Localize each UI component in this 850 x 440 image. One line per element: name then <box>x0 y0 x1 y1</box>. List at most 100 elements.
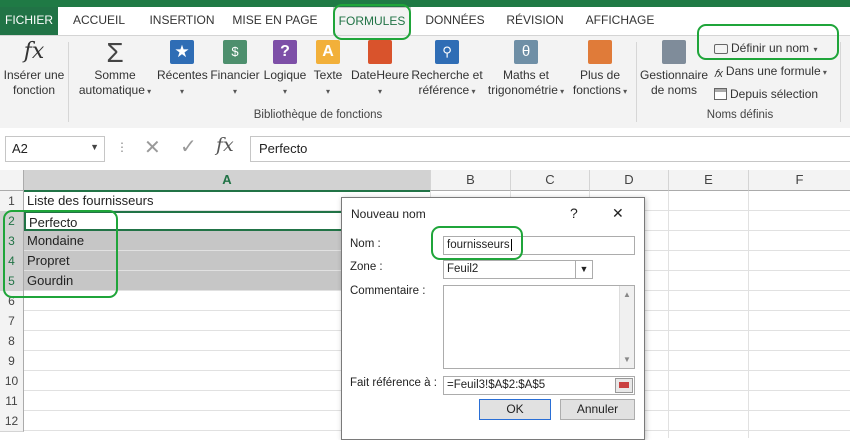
chevron-down-icon: ▾ <box>377 87 382 96</box>
comment-label: Commentaire : <box>350 285 426 297</box>
collapse-dialog-icon[interactable] <box>615 378 633 393</box>
formula-input-value: Perfecto <box>259 141 308 156</box>
tab-insertion[interactable]: INSERTION <box>143 7 221 35</box>
enter-icon[interactable]: ✓ <box>180 134 197 159</box>
more-label-2: fonctions <box>572 83 621 97</box>
chevron-down-icon[interactable]: ▼ <box>575 261 592 278</box>
use-in-formula-button[interactable]: 𝑓x Dans une formule ▾ <box>714 64 827 81</box>
chevron-down-icon: ▾ <box>820 68 827 77</box>
lookup-label-1: Recherche et <box>411 68 483 82</box>
select-all-corner[interactable] <box>0 170 24 191</box>
column-header-c[interactable]: C <box>511 170 590 191</box>
row-header[interactable]: 1 <box>0 191 24 212</box>
insert-function-icon[interactable]: fx <box>216 134 234 156</box>
column-header-a[interactable]: A <box>24 170 431 192</box>
chevron-down-icon: ▾ <box>232 87 237 96</box>
chevron-down-icon: ▾ <box>144 87 152 96</box>
column-header-e[interactable]: E <box>669 170 749 191</box>
tab-accueil[interactable]: ACCUEIL <box>68 7 130 35</box>
financial-icon: $ <box>223 40 247 64</box>
sigma-icon: Σ <box>106 37 124 68</box>
refers-to-value: =Feuil3!$A$2:$A$5 <box>447 379 546 391</box>
logical-label: Logique <box>263 68 307 82</box>
row-header[interactable]: 10 <box>0 371 24 392</box>
insert-function-button[interactable]: fx Insérer une fonction <box>2 40 66 98</box>
chevron-down-icon: ▾ <box>469 87 476 96</box>
annotation-highlight <box>697 24 839 60</box>
scroll-down-icon[interactable]: ▼ <box>623 351 631 368</box>
row-header[interactable]: 7 <box>0 311 24 332</box>
scope-select[interactable]: Feuil2 ▼ <box>443 260 593 279</box>
refers-to-input[interactable]: =Feuil3!$A$2:$A$5 <box>443 376 635 395</box>
tab-fichier[interactable]: FICHIER <box>0 7 58 35</box>
annotation-highlight <box>3 210 118 298</box>
close-icon[interactable]: ✕ <box>612 205 624 222</box>
math-trig-button[interactable]: θ Maths et trigonométrie ▾ <box>484 40 568 99</box>
financial-label: Financier <box>210 68 260 82</box>
create-from-selection-label: Depuis sélection <box>730 87 819 101</box>
annotation-highlight <box>431 226 523 260</box>
row-header[interactable]: 8 <box>0 331 24 352</box>
financial-button[interactable]: $ Financier ▾ <box>209 40 261 99</box>
separator <box>636 42 637 122</box>
row-header[interactable]: 9 <box>0 351 24 372</box>
lookup-reference-button[interactable]: ⚲ Recherche et référence ▾ <box>410 40 484 99</box>
refers-to-label: Fait référence à : <box>350 377 437 389</box>
use-in-formula-label: Dans une formule <box>725 64 821 78</box>
text-label: Texte <box>313 68 343 82</box>
magnifier-icon: ⚲ <box>435 40 459 64</box>
question-icon: ? <box>273 40 297 64</box>
tab-mise-en-page[interactable]: MISE EN PAGE <box>230 7 320 35</box>
comment-textarea[interactable]: ▲ ▼ <box>443 285 635 369</box>
name-box[interactable]: A2 ▼ <box>5 136 105 162</box>
help-icon[interactable]: ? <box>570 205 578 221</box>
row-header[interactable]: 11 <box>0 391 24 412</box>
more-icon: ⋮ <box>116 140 128 154</box>
insert-function-label-1: Insérer une <box>3 68 65 82</box>
chevron-down-icon: ▼ <box>90 142 99 152</box>
scope-select-value: Feuil2 <box>447 263 479 275</box>
math-label-1: Maths et <box>502 68 550 82</box>
fx-small-icon: 𝑓x <box>714 68 723 80</box>
column-header-f[interactable]: F <box>749 170 850 191</box>
recent-label: Récentes <box>157 68 208 82</box>
cancel-button[interactable]: Annuler <box>560 399 635 420</box>
title-bar-strip <box>0 0 850 7</box>
formula-input[interactable]: Perfecto <box>250 136 850 162</box>
dialog-title: Nouveau nom <box>351 207 426 221</box>
column-header-b[interactable]: B <box>431 170 511 191</box>
chevron-down-icon: ▾ <box>282 87 287 96</box>
name-label: Nom : <box>350 238 381 250</box>
name-box-value: A2 <box>12 141 28 156</box>
ok-button[interactable]: OK <box>479 399 551 420</box>
name-manager-icon <box>662 40 686 64</box>
more-label-1: Plus de <box>579 68 621 82</box>
cancel-icon[interactable]: ✕ <box>144 135 161 160</box>
more-functions-button[interactable]: Plus de fonctions ▾ <box>568 40 632 99</box>
star-icon: ★ <box>170 40 194 64</box>
text-button[interactable]: A Texte ▾ <box>311 40 345 99</box>
chevron-down-icon: ▾ <box>325 87 330 96</box>
autosum-button[interactable]: Σ Somme automatique ▾ <box>74 37 156 99</box>
chevron-down-icon: ▾ <box>179 87 184 96</box>
insert-function-label-2: fonction <box>12 83 56 97</box>
scrollbar[interactable]: ▲ ▼ <box>619 286 634 368</box>
recent-functions-button[interactable]: ★ Récentes ▾ <box>157 40 208 99</box>
name-manager-label-1: Gestionnaire <box>640 68 709 82</box>
logical-button[interactable]: ? Logique ▾ <box>262 40 308 99</box>
scroll-up-icon[interactable]: ▲ <box>623 286 631 303</box>
scope-label: Zone : <box>350 261 383 273</box>
column-header-d[interactable]: D <box>590 170 669 191</box>
separator <box>68 42 69 122</box>
tab-revision[interactable]: RÉVISION <box>500 7 570 35</box>
name-manager-label-2: de noms <box>650 83 698 97</box>
library-group-label: Bibliothèque de fonctions <box>253 109 383 121</box>
create-from-selection-button[interactable]: Depuis sélection <box>714 87 818 101</box>
chevron-down-icon: ▾ <box>557 87 565 96</box>
datetime-button[interactable]: DateHeure ▾ <box>350 40 410 99</box>
tab-donnees[interactable]: DONNÉES <box>420 7 490 35</box>
names-group-label: Noms définis <box>706 109 774 121</box>
theta-icon: θ <box>514 40 538 64</box>
row-header[interactable]: 12 <box>0 411 24 432</box>
tab-affichage[interactable]: AFFICHAGE <box>580 7 660 35</box>
